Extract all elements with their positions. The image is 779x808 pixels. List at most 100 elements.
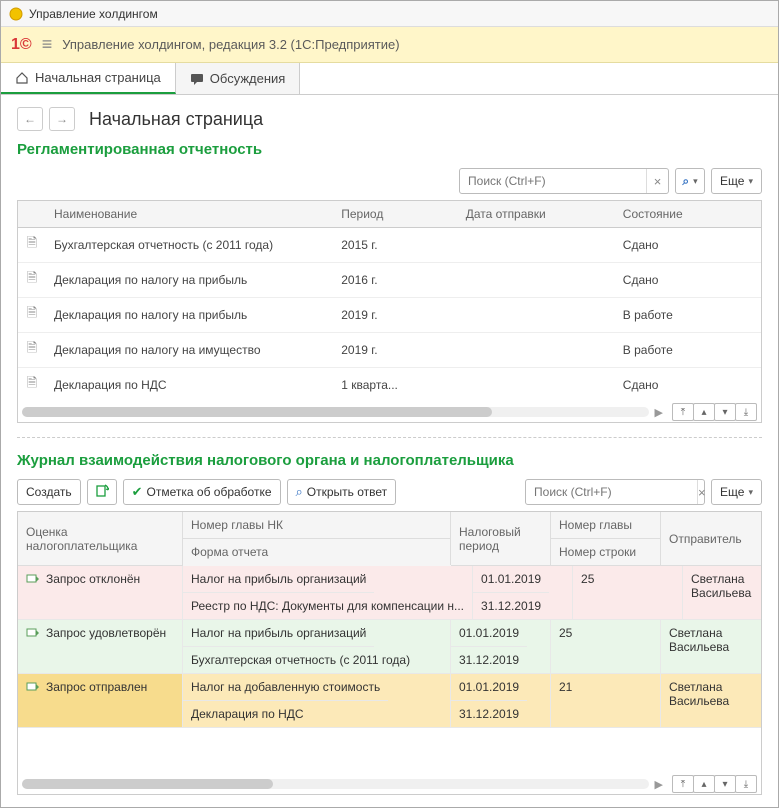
create-button[interactable]: Создать (17, 479, 81, 505)
section2-scroll-down[interactable]: ▾ (714, 775, 736, 793)
section1-scroll-bottom[interactable]: ⤓ (735, 403, 757, 421)
journal-row[interactable]: Запрос удовлетворёнНалог на прибыль орга… (18, 620, 761, 674)
document-icon: 🗎 (27, 269, 37, 291)
document-icon: 🗎 (27, 339, 37, 361)
refresh-button[interactable] (87, 479, 117, 505)
content-area: ← → Начальная страница Регламентированна… (1, 95, 778, 807)
nav-forward-button[interactable]: → (49, 107, 75, 131)
scroll-right-icon[interactable]: ▶ (653, 406, 665, 419)
section1-search: × (459, 168, 669, 194)
col-name[interactable]: Наименование (46, 201, 333, 227)
jcol-chapter-num[interactable]: Номер главы (551, 512, 661, 539)
cell-chapter-num: 25 (573, 566, 683, 619)
cell-name: Бухгалтерская отчетность (с 2011 года) (46, 232, 333, 258)
cell-status: Сдано (615, 267, 761, 293)
jcol-line-num[interactable]: Номер строки (551, 539, 661, 566)
header-title: Управление холдингом, редакция 3.2 (1С:П… (62, 37, 399, 52)
section1-table: Наименование Период Дата отправки Состоя… (17, 200, 762, 423)
page-title: Начальная страница (89, 109, 263, 130)
cell-sender: Светлана Васильева (661, 674, 761, 727)
jcol-assessment[interactable]: Оценка налогоплательщика (18, 512, 183, 566)
section2-scroll-up[interactable]: ▴ (693, 775, 715, 793)
col-status[interactable]: Состояние (615, 201, 761, 227)
open-answer-button[interactable]: ⌕ Открыть ответ (287, 479, 397, 505)
refresh-icon (95, 484, 109, 501)
status-icon (26, 572, 40, 586)
cell-chapter-num: 25 (551, 620, 661, 673)
more-label: Еще (720, 485, 744, 499)
cell-sender: Светлана Васильева (661, 620, 761, 673)
scroll-right-icon[interactable]: ▶ (653, 778, 665, 791)
section1-search-clear[interactable]: × (646, 169, 668, 193)
cell-chapter: Налог на прибыль организацийРеестр по НД… (183, 566, 473, 619)
section1-scroll-top[interactable]: ⤒ (672, 403, 694, 421)
section2-search-clear[interactable]: × (697, 480, 706, 504)
cell-period: 2016 г. (333, 267, 458, 293)
table-row[interactable]: 🗎Бухгалтерская отчетность (с 2011 года)2… (18, 228, 761, 263)
jcol-sender[interactable]: Отправитель (661, 512, 761, 566)
cell-sent (458, 344, 615, 356)
cell-status: Сдано (615, 372, 761, 398)
table-row[interactable]: 🗎Декларация по налогу на имущество2019 г… (18, 333, 761, 368)
section1-search-button[interactable]: ⌕ ▾ (675, 168, 705, 194)
section2-scroll-top[interactable]: ⤒ (672, 775, 694, 793)
section2-hscroll[interactable] (22, 779, 649, 789)
nav-back-button[interactable]: ← (17, 107, 43, 131)
cell-name: Декларация по НДС (46, 372, 333, 398)
comment-icon (190, 72, 204, 86)
table-row[interactable]: 🗎Декларация по налогу на прибыль2019 г.В… (18, 298, 761, 333)
col-period[interactable]: Период (333, 201, 458, 227)
section2-footer: ▶ ⤒ ▴ ▾ ⤓ (18, 774, 761, 794)
jcol-form[interactable]: Форма отчета (183, 539, 451, 565)
tab-discussions[interactable]: Обсуждения (176, 63, 301, 94)
tab-home[interactable]: Начальная страница (1, 63, 176, 94)
journal-row[interactable]: Запрос отклонёнНалог на прибыль организа… (18, 566, 761, 620)
section2-scroll-bottom[interactable]: ⤓ (735, 775, 757, 793)
magnifier-icon: ⌕ (682, 174, 689, 189)
section2-more-button[interactable]: Еще ▾ (711, 479, 762, 505)
cell-status: В работе (615, 302, 761, 328)
section1-hscroll[interactable] (22, 407, 649, 417)
section2-thead: Оценка налогоплательщика Номер главы НК … (18, 512, 761, 566)
tabs: Начальная страница Обсуждения (1, 63, 778, 95)
cell-name: Декларация по налогу на прибыль (46, 267, 333, 293)
status-icon (26, 626, 40, 640)
cell-name: Декларация по налогу на прибыль (46, 302, 333, 328)
app-icon (9, 7, 23, 21)
main-menu-icon[interactable]: ≡ (42, 34, 53, 55)
cell-sent (458, 379, 615, 391)
window-title: Управление холдингом (29, 7, 158, 21)
cell-period: 2015 г. (333, 232, 458, 258)
section1-search-input[interactable] (460, 174, 646, 188)
section2-table: Оценка налогоплательщика Номер главы НК … (17, 511, 762, 795)
section1-footer: ▶ ⤒ ▴ ▾ ⤓ (18, 402, 761, 422)
section2-search-input[interactable] (526, 485, 697, 499)
cell-chapter-num: 21 (551, 674, 661, 727)
section2-search: × (525, 479, 705, 505)
section1-thead: Наименование Период Дата отправки Состоя… (18, 201, 761, 228)
cell-status: Сдано (615, 232, 761, 258)
section1-scroll-down[interactable]: ▾ (714, 403, 736, 421)
section1-scroll-up[interactable]: ▴ (693, 403, 715, 421)
mark-processed-button[interactable]: ✔ Отметка об обработке (123, 479, 281, 505)
section2-title: Журнал взаимодействия налогового органа … (17, 452, 762, 469)
cell-sent (458, 274, 615, 286)
cell-sender: Светлана Васильева (683, 566, 779, 619)
col-sent[interactable]: Дата отправки (458, 201, 615, 227)
nav-row: ← → Начальная страница (17, 107, 762, 131)
cell-assessment: Запрос отправлен (18, 674, 183, 727)
cell-period: 01.01.201931.12.2019 (451, 620, 551, 673)
section1-more-button[interactable]: Еще ▾ (711, 168, 762, 194)
document-icon: 🗎 (27, 374, 37, 396)
journal-row[interactable]: Запрос отправленНалог на добавленную сто… (18, 674, 761, 728)
check-icon: ✔ (132, 484, 143, 500)
jcol-chapter[interactable]: Номер главы НК (183, 512, 451, 539)
table-row[interactable]: 🗎 Декларация по налогу на прибыль2016 г. С… (18, 263, 761, 298)
create-label: Создать (26, 485, 72, 499)
section2-toolbar: Создать ✔ Отметка об обработке ⌕ Открыть… (17, 479, 762, 505)
open-label: Открыть ответ (307, 485, 387, 499)
cell-assessment: Запрос удовлетворён (18, 620, 183, 673)
jcol-tax-period[interactable]: Налоговый период (451, 512, 551, 566)
table-row[interactable]: 🗎Декларация по НДС1 кварта...Сдано (18, 368, 761, 402)
cell-chapter: Налог на добавленную стоимостьДекларация… (183, 674, 451, 727)
